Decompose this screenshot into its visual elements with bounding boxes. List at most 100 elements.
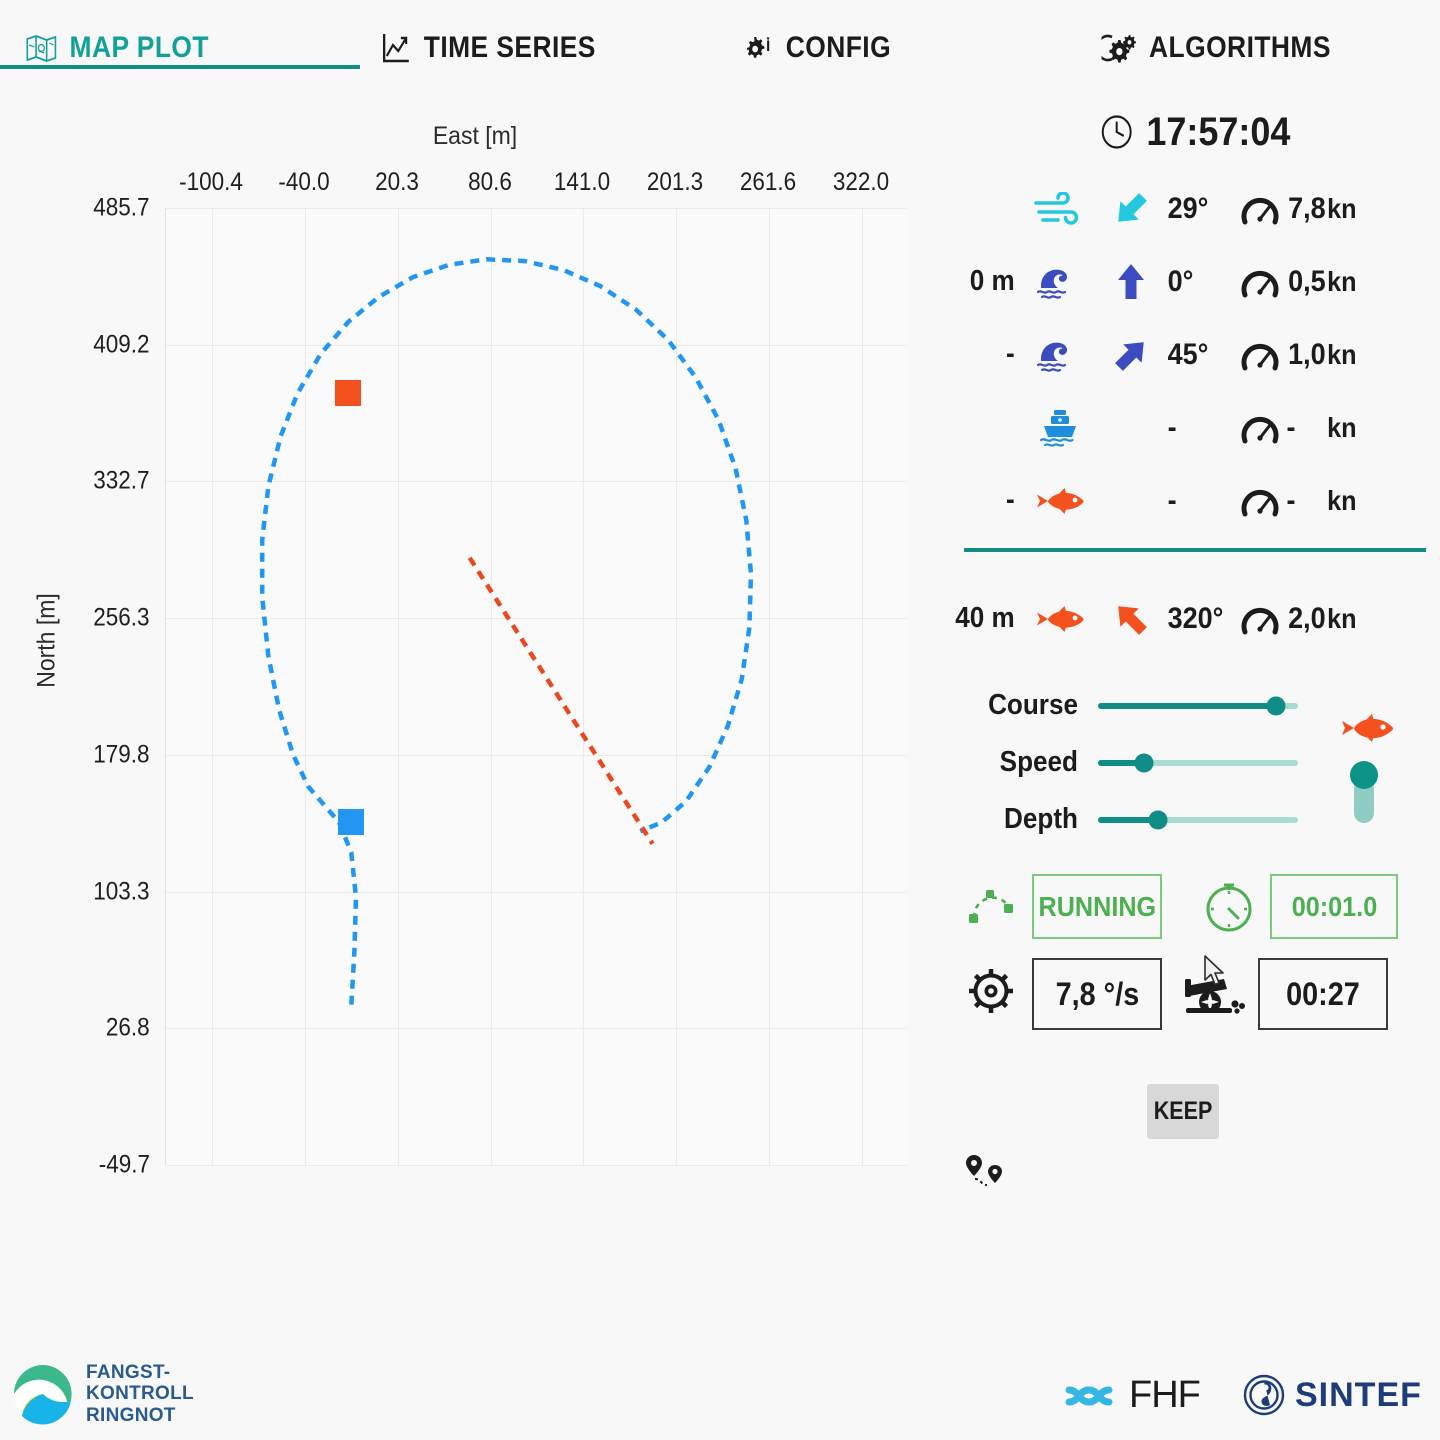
direction-value: 0° bbox=[1167, 264, 1194, 298]
speed-gauge-cell: 1,0 bbox=[1238, 335, 1326, 375]
wind-icon bbox=[1033, 191, 1087, 226]
gauge-icon bbox=[1238, 189, 1282, 229]
series-vessel-track bbox=[259, 257, 754, 1005]
tab-label: CONFIG bbox=[785, 31, 892, 64]
tab-label: TIME SERIES bbox=[423, 31, 596, 64]
y-tick-label: 332.7 bbox=[93, 466, 150, 495]
direction-arrow-cell bbox=[1100, 334, 1162, 376]
mouse-cursor bbox=[1203, 955, 1227, 994]
keep-button[interactable]: KEEP bbox=[1147, 1084, 1219, 1139]
plot-area[interactable] bbox=[165, 208, 907, 1166]
vessel-marker[interactable] bbox=[338, 809, 365, 836]
gauge-icon bbox=[1238, 262, 1282, 302]
gauge-icon bbox=[1238, 599, 1282, 639]
tab-label: MAP PLOT bbox=[69, 31, 209, 64]
tab-map-plot[interactable]: MAP PLOT bbox=[22, 18, 209, 78]
telemetry-row-school-measured: - - - kn bbox=[950, 464, 1440, 537]
telemetry-row-surface-current: 0 m 0° 0,5 kn bbox=[950, 245, 1440, 318]
y-tick-label: 256.3 bbox=[93, 603, 150, 632]
tab-time-series[interactable]: TIME SERIES bbox=[378, 18, 596, 78]
fish-icon bbox=[1032, 486, 1088, 516]
slider-knob[interactable] bbox=[1266, 696, 1286, 715]
gauge-icon bbox=[1238, 335, 1282, 375]
x-axis-title: East [m] bbox=[432, 122, 518, 150]
x-tick-label: 141.0 bbox=[554, 168, 611, 196]
map-plot-chart: East [m] North [m] -100.4 -40.0 20.3 80.6 14… bbox=[0, 86, 950, 1206]
gridline bbox=[166, 1165, 907, 1166]
speed-value: 2,0 bbox=[1288, 601, 1326, 635]
clock-icon bbox=[1100, 113, 1134, 151]
ship-icon bbox=[1035, 408, 1085, 448]
depth-value: 0 m bbox=[969, 265, 1015, 297]
sintef-logo: SINTEF bbox=[1243, 1374, 1422, 1416]
tab-algorithms[interactable]: ALGORITHMS bbox=[1098, 18, 1331, 78]
turn-rate-value: 7,8 °/s bbox=[1032, 958, 1162, 1030]
slider-track[interactable] bbox=[1098, 810, 1298, 829]
route-pins-icon[interactable] bbox=[964, 1151, 1008, 1191]
direction-value: 320° bbox=[1167, 601, 1224, 635]
tab-bar: MAP PLOT TIME SERIES CONFIG ALGORITHMS bbox=[0, 0, 1440, 72]
depth-value: - bbox=[1005, 338, 1015, 370]
fangstkontroll-text: FANGST- KONTROLL RINGNOT bbox=[86, 1362, 194, 1426]
source-icon-cell bbox=[1020, 408, 1100, 448]
slider-knob[interactable] bbox=[1148, 810, 1168, 829]
line-chart-icon bbox=[382, 32, 412, 64]
sintef-text: SINTEF bbox=[1295, 1375, 1422, 1414]
fangstkontroll-ringnot-logo: FANGST- KONTROLL RINGNOT bbox=[12, 1362, 194, 1426]
telemetry-row-wind: 29° 7,8 kn bbox=[950, 172, 1440, 245]
logo-line-3: RINGNOT bbox=[86, 1404, 176, 1426]
source-icon-cell bbox=[1020, 486, 1100, 516]
y-tick-label: -49.7 bbox=[98, 1150, 150, 1179]
arrow-up-left-icon bbox=[1111, 598, 1151, 640]
slider-track[interactable] bbox=[1098, 753, 1298, 772]
gauge-icon bbox=[1238, 481, 1282, 521]
depth-value: 40 m bbox=[955, 602, 1015, 634]
slider-label: Speed bbox=[999, 746, 1078, 778]
logo-line-1: FANGST- bbox=[86, 1362, 171, 1383]
slider-knob[interactable] bbox=[1134, 753, 1154, 772]
y-tick-label: 409.2 bbox=[93, 330, 150, 359]
telemetry-row-vessel: - - kn bbox=[950, 391, 1440, 464]
speed-unit: kn bbox=[1327, 265, 1357, 297]
wave-icon bbox=[1033, 264, 1087, 300]
ships-wheel-icon bbox=[962, 962, 1020, 1020]
speed-unit: kn bbox=[1327, 602, 1357, 634]
speed-gauge-cell: - bbox=[1238, 408, 1324, 448]
x-tick-label: 322.0 bbox=[832, 168, 889, 196]
speed-value: 1,0 bbox=[1288, 337, 1326, 371]
x-tick-label: 201.3 bbox=[646, 168, 704, 196]
slider-label: Course bbox=[988, 689, 1078, 721]
depth-vertical-slider[interactable] bbox=[1350, 761, 1378, 825]
speed-gauge-cell: - bbox=[1238, 481, 1324, 521]
x-tick-label: 261.6 bbox=[739, 168, 796, 196]
active-tab-underline bbox=[0, 65, 360, 69]
tab-config[interactable]: CONFIG bbox=[740, 18, 891, 78]
target-row: 40 m 320° 2,0 kn bbox=[950, 582, 1440, 655]
arrow-up-right-icon bbox=[1111, 334, 1151, 376]
timer-value: 00:01.0 bbox=[1270, 874, 1398, 939]
x-tick-label: -100.4 bbox=[179, 168, 244, 196]
fish-icon bbox=[1032, 604, 1088, 634]
direction-value: - bbox=[1167, 410, 1177, 444]
speed-value: 0,5 bbox=[1288, 264, 1326, 298]
target-marker[interactable] bbox=[335, 380, 362, 407]
arrow-up-icon bbox=[1111, 261, 1151, 303]
slider-track[interactable] bbox=[1098, 696, 1298, 715]
x-tick-label: 20.3 bbox=[375, 168, 419, 196]
gauge-icon bbox=[1238, 408, 1282, 448]
speed-unit: kn bbox=[1327, 411, 1357, 443]
fhf-logo: FHF bbox=[1057, 1374, 1201, 1417]
gear-wrench-icon bbox=[744, 33, 774, 63]
telemetry-panel: 17:57:04 29° 7,8 kn 0 m 0° 0,5 kn - 45° 1,0 k… bbox=[950, 96, 1440, 1236]
speed-unit: kn bbox=[1327, 338, 1357, 370]
speed-gauge-cell: 7,8 bbox=[1238, 189, 1326, 229]
direction-arrow-cell bbox=[1100, 188, 1162, 230]
y-tick-label: 26.8 bbox=[106, 1013, 150, 1042]
path-curve-icon bbox=[964, 878, 1016, 930]
x-axis-ticks: -100.4 -40.0 20.3 80.6 141.0 201.3 261.6 322.0 bbox=[165, 168, 907, 202]
clock-row: 17:57:04 bbox=[975, 96, 1416, 168]
vertical-slider-knob[interactable] bbox=[1350, 761, 1378, 789]
speed-unit: kn bbox=[1327, 192, 1357, 224]
clock-time: 17:57:04 bbox=[1146, 109, 1291, 154]
speed-value: - bbox=[1286, 483, 1296, 517]
